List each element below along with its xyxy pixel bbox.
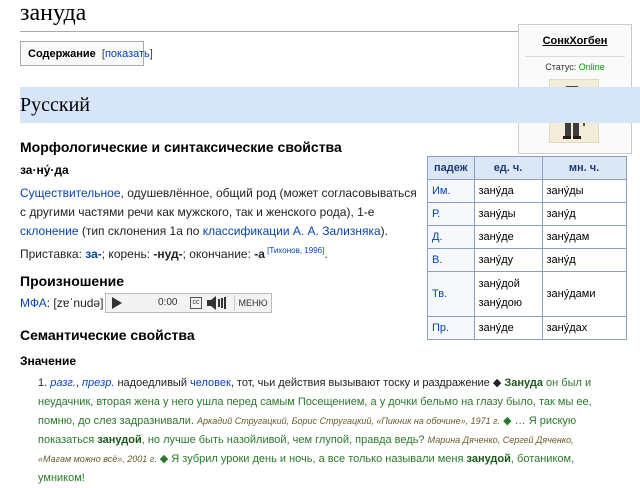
declension-table: падеж ед. ч. мн. ч. Им. зану́да зану́ды … <box>427 156 627 340</box>
toc-bracket-close: ] <box>149 48 153 60</box>
language-header-band <box>20 87 640 123</box>
ipa-link[interactable]: МФА <box>20 296 47 310</box>
pos-link[interactable]: Существительное <box>20 186 121 200</box>
singular-form: зану́ды <box>473 202 543 226</box>
player-time: 0:00 <box>158 297 178 308</box>
morpheme-prefix: за- <box>85 247 102 261</box>
example-text: , но лучше быть назойливой, чем глупой, … <box>141 434 428 446</box>
status-label: Статус: <box>545 62 579 72</box>
table-row: Тв. зану́дой зану́дою зану́дами <box>427 271 627 317</box>
col-header-case: падеж <box>427 156 475 180</box>
toc-label: Содержание <box>28 48 96 60</box>
declension-link[interactable]: склонение <box>20 224 79 238</box>
status-value: Online <box>578 62 605 72</box>
item-number: 1. <box>38 377 48 389</box>
plural-form: зану́д <box>541 248 627 272</box>
zaliznyak-link[interactable]: классификации А. А. Зализняка <box>203 224 381 238</box>
user-name-link[interactable]: СонкХогбен <box>519 35 631 47</box>
table-row: Р. зану́ды зану́д <box>427 202 627 226</box>
page-title: зануда <box>20 0 87 26</box>
case-link[interactable]: Пр. <box>432 322 449 334</box>
morphology-description: Существительное, одушевлённое, общий род… <box>20 184 420 241</box>
singular-form: зану́ду <box>473 248 543 272</box>
status-line: Статус: Online <box>519 62 631 72</box>
item-text: надоедливый <box>114 377 191 389</box>
example-text: ◆ Я зубрил уроки день и ночь, а все толь… <box>156 453 467 465</box>
table-row: Пр. зану́де зану́дах <box>427 316 627 340</box>
example-keyword: занудой <box>97 434 142 446</box>
morpheme-ending: -а <box>254 247 265 261</box>
morphology-heading: Морфологические и синтаксические свойств… <box>20 139 342 155</box>
source-ref-link[interactable]: [Тихонов, 1996] <box>265 246 324 255</box>
pronunciation-heading: Произношение <box>20 273 125 289</box>
example-keyword: занудой <box>466 453 511 465</box>
person-link[interactable]: человек <box>190 377 231 389</box>
label-contempt-link[interactable]: презр. <box>82 377 114 389</box>
label-colloquial-link[interactable]: разг. <box>50 377 76 389</box>
title-divider <box>20 31 520 32</box>
plural-form: зану́дах <box>541 316 627 340</box>
semantics-heading: Семантические свойства <box>20 327 195 343</box>
status-divider <box>525 56 625 57</box>
plural-form: зану́дами <box>541 271 627 317</box>
meaning-heading: Значение <box>20 354 77 368</box>
desc-text-3: ). <box>380 224 388 238</box>
language-heading: Русский <box>20 94 90 116</box>
col-header-singular: ед. ч. <box>473 156 543 180</box>
table-row: В. зану́ду зану́д <box>427 248 627 272</box>
volume-icon[interactable] <box>207 296 229 310</box>
desc-text-2: (тип склонения 1a по <box>78 224 203 238</box>
audio-player: 0:00 cc МЕНЮ <box>105 293 272 313</box>
morpheme-prefix-label: Приставка: <box>20 247 86 261</box>
stress-syllables: за·ну́·да <box>20 163 69 177</box>
singular-form: зану́дой зану́дою <box>473 271 543 317</box>
example-citation: Аркадий Стругацкий, Борис Стругацкий, «П… <box>197 416 501 426</box>
player-menu-button[interactable]: МЕНЮ <box>234 295 271 311</box>
meaning-item: 1. разг., презр. надоедливый человек, то… <box>38 374 598 488</box>
table-row: Д. зану́де зану́дам <box>427 225 627 249</box>
ipa-value: : [zɐˈnudə] <box>46 296 104 310</box>
singular-form: зану́де <box>473 316 543 340</box>
singular-form: зану́да <box>473 179 543 203</box>
case-link[interactable]: В. <box>432 254 442 266</box>
morpheme-root-label: ; корень: <box>101 247 154 261</box>
case-link[interactable]: Д. <box>432 231 443 243</box>
table-of-contents: Содержание [показать] <box>20 41 153 66</box>
table-row: Им. зану́да зану́ды <box>427 179 627 203</box>
singular-form: зану́де <box>473 225 543 249</box>
morpheme-end: . <box>324 247 328 261</box>
toc-show-link[interactable]: показать <box>105 48 150 60</box>
plural-form: зану́д <box>541 202 627 226</box>
morpheme-root: -нуд- <box>153 247 183 261</box>
play-icon[interactable] <box>112 297 122 309</box>
ipa-line: МФА: [zɐˈnudə] <box>20 294 103 313</box>
plural-form: зану́ды <box>541 179 627 203</box>
captions-icon[interactable]: cc <box>190 297 202 309</box>
case-link[interactable]: Тв. <box>432 288 447 300</box>
example-keyword: Зануда <box>504 377 543 389</box>
item-text: , тот, чьи действия вызывают тоску и раз… <box>230 377 505 389</box>
plural-form: зану́дам <box>541 225 627 249</box>
case-link[interactable]: Им. <box>432 185 451 197</box>
col-header-plural: мн. ч. <box>541 156 627 180</box>
case-link[interactable]: Р. <box>432 208 440 220</box>
morpheme-ending-label: ; окончание: <box>182 247 255 261</box>
morpheme-line: Приставка: за-; корень: -нуд-; окончание… <box>20 241 420 264</box>
